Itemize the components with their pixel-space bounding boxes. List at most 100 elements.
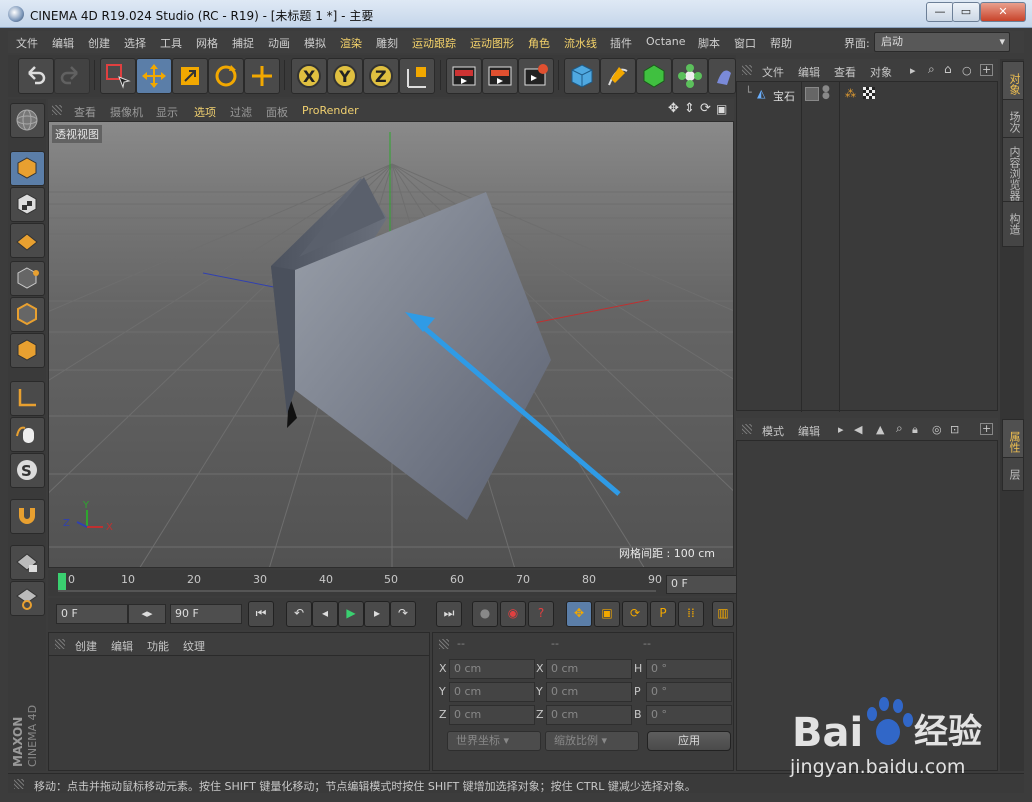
playhead-marker[interactable]	[58, 573, 66, 591]
move-view-icon[interactable]: ✥	[668, 101, 679, 116]
render-settings-button[interactable]	[518, 58, 554, 94]
timeline-ruler[interactable]: 0 10 20 30 40 50 60 70 80 90 0 F	[48, 570, 740, 596]
next-frame-button[interactable]: ▸	[364, 601, 390, 627]
go-to-start-button[interactable]: ⏮	[248, 601, 274, 627]
workplane-mode-button[interactable]	[10, 223, 45, 258]
new-panel-icon[interactable]: +	[980, 423, 994, 435]
menu-edit[interactable]: 编辑	[52, 35, 74, 51]
menu-tools[interactable]: 工具	[160, 35, 182, 51]
menu-help[interactable]: 帮助	[770, 35, 792, 51]
move-tool-button[interactable]	[136, 58, 172, 94]
key-parameter-button[interactable]: P	[650, 601, 676, 627]
rotation-b-field[interactable]: 0 °	[646, 705, 732, 725]
viewport-menu-panel[interactable]: 面板	[266, 104, 288, 120]
menu-pipeline[interactable]: 流水线	[564, 35, 597, 51]
perspective-viewport[interactable]: Y X Z 透视视图 网格间距 : 100 cm	[48, 121, 734, 568]
menu-script[interactable]: 脚本	[698, 35, 720, 51]
undo-button[interactable]	[18, 58, 54, 94]
render-to-picture-viewer-button[interactable]	[482, 58, 518, 94]
target-icon[interactable]: ◎	[932, 423, 942, 436]
rotation-h-field[interactable]: 0 °	[646, 659, 732, 679]
workplane-rotate-button[interactable]	[10, 581, 45, 616]
menu-simulate[interactable]: 模拟	[304, 35, 326, 51]
x-axis-button[interactable]: X	[291, 58, 327, 94]
points-mode-button[interactable]	[10, 261, 45, 296]
lock-icon[interactable]: 🔒︎	[912, 423, 918, 437]
viewport-menu-options[interactable]: 选项	[194, 104, 216, 120]
settings-icon[interactable]: ⊡	[950, 423, 959, 436]
key-scale-button[interactable]: ▣	[594, 601, 620, 627]
material-menu-create[interactable]: 创建	[75, 638, 97, 654]
z-axis-button[interactable]: Z	[363, 58, 399, 94]
rotation-p-field[interactable]: 0 °	[646, 682, 732, 702]
apply-button[interactable]: 应用	[647, 731, 731, 751]
close-button[interactable]: ✕	[980, 2, 1026, 22]
axis-mode-button[interactable]	[10, 381, 45, 416]
menu-sculpt[interactable]: 雕刻	[376, 35, 398, 51]
snap-button[interactable]	[10, 499, 45, 534]
key-position-button[interactable]: ✥	[566, 601, 592, 627]
up-arrow-icon[interactable]: ▲	[876, 423, 884, 436]
previous-frame-button[interactable]: ◂	[312, 601, 338, 627]
tab-content-browser[interactable]: 内容浏览器	[1002, 137, 1024, 209]
object-menu-view[interactable]: 查看	[834, 64, 856, 80]
go-to-end-button[interactable]: ⏭	[436, 601, 462, 627]
model-mode-button[interactable]	[10, 151, 45, 186]
maximize-button[interactable]: ▭	[952, 2, 980, 22]
key-rotation-button[interactable]: ⟳	[622, 601, 648, 627]
keyframe-selection-button[interactable]: ?	[528, 601, 554, 627]
attribute-menu-edit[interactable]: 编辑	[798, 423, 820, 439]
minimize-button[interactable]: —	[926, 2, 954, 22]
material-menu-texture[interactable]: 纹理	[183, 638, 205, 654]
polygons-mode-button[interactable]	[10, 333, 45, 368]
edges-mode-button[interactable]	[10, 297, 45, 332]
size-y-field[interactable]: 0 cm	[546, 682, 632, 702]
object-menu-edit[interactable]: 编辑	[798, 64, 820, 80]
render-view-button[interactable]	[446, 58, 482, 94]
recent-tool-button[interactable]	[244, 58, 280, 94]
home-icon[interactable]: ⌂	[944, 62, 952, 76]
menu-mograph[interactable]: 运动图形	[470, 35, 514, 51]
menu-animate[interactable]: 动画	[268, 35, 290, 51]
material-menu-function[interactable]: 功能	[147, 638, 169, 654]
viewport-menu-display[interactable]: 显示	[156, 104, 178, 120]
object-row[interactable]: └ ◭ 宝石 ● ● ⁂	[737, 85, 997, 104]
menu-file[interactable]: 文件	[16, 35, 38, 51]
object-name[interactable]: 宝石	[773, 88, 795, 104]
live-selection-button[interactable]	[100, 58, 136, 94]
deformer-button[interactable]	[708, 58, 736, 94]
cube-primitive-button[interactable]	[564, 58, 600, 94]
redo-button[interactable]	[54, 58, 90, 94]
menu-select[interactable]: 选择	[124, 35, 146, 51]
position-z-field[interactable]: 0 cm	[449, 705, 535, 725]
rotate-tool-button[interactable]	[208, 58, 244, 94]
viewport-menu-view[interactable]: 查看	[74, 104, 96, 120]
end-frame-field[interactable]: 90 F	[170, 604, 242, 624]
scale-ratio-select[interactable]: 缩放比例 ▾	[545, 731, 639, 751]
more-arrow-icon[interactable]: ▸	[838, 423, 844, 436]
frame-range-slider[interactable]: ◂▸	[128, 604, 166, 624]
size-z-field[interactable]: 0 cm	[546, 705, 632, 725]
record-keys-button[interactable]: ●	[472, 601, 498, 627]
layer-icon[interactable]	[805, 87, 819, 101]
more-arrow-icon[interactable]: ▸	[910, 64, 916, 77]
lock-workplane-button[interactable]	[10, 545, 45, 580]
texture-mode-button[interactable]	[10, 187, 45, 222]
menu-motion-tracking[interactable]: 运动跟踪	[412, 35, 456, 51]
autokey-button[interactable]: ◉	[500, 601, 526, 627]
back-arrow-icon[interactable]: ◀	[854, 423, 862, 436]
menu-octane[interactable]: Octane	[646, 35, 686, 48]
zoom-view-icon[interactable]: ⇕	[684, 101, 695, 116]
object-menu-objects[interactable]: 对象	[870, 64, 892, 80]
search-icon[interactable]: ⌕	[896, 421, 903, 436]
cloner-button[interactable]	[672, 58, 708, 94]
world-coords-select[interactable]: 世界坐标 ▾	[447, 731, 541, 751]
subdivision-button[interactable]	[636, 58, 672, 94]
new-panel-icon[interactable]: +	[980, 64, 994, 76]
key-point-level-button[interactable]: ⁞⁞	[678, 601, 704, 627]
make-editable-button[interactable]	[10, 103, 45, 138]
y-axis-button[interactable]: Y	[327, 58, 363, 94]
rotate-view-icon[interactable]: ⟳	[700, 101, 711, 116]
search-icon[interactable]: ⌕	[928, 62, 935, 77]
size-x-field[interactable]: 0 cm	[546, 659, 632, 679]
